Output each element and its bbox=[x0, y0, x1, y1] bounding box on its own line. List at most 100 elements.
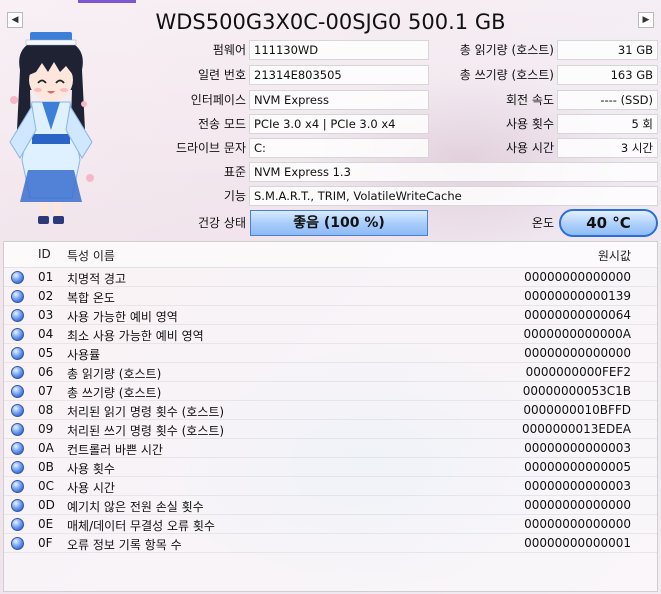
table-row[interactable]: 0A 컨트롤러 바쁜 시간 00000000000003 bbox=[4, 439, 657, 458]
table-row[interactable]: 08 처리된 읽기 명령 횟수 (호스트) 0000000010BFFD bbox=[4, 401, 657, 420]
attribute-name: 매체/데이터 무결성 오류 횟수 bbox=[67, 519, 215, 533]
status-dot-icon bbox=[11, 385, 24, 398]
status-dot-icon bbox=[11, 309, 24, 322]
host-reads-label: 총 읽기량 (호스트) bbox=[459, 43, 554, 57]
table-row[interactable]: 0C 사용 시간 00000000000003 bbox=[4, 477, 657, 496]
drive-letter-label: 드라이브 문자 bbox=[175, 141, 246, 155]
table-row[interactable]: 02 복합 온도 00000000000139 bbox=[4, 287, 657, 306]
attribute-id: 05 bbox=[38, 346, 54, 360]
features-value: S.M.A.R.T., TRIM, VolatileWriteCache bbox=[249, 186, 658, 206]
column-header-raw[interactable]: 원시값 bbox=[598, 247, 631, 264]
attribute-raw-value: 0000000000FEF2 bbox=[525, 365, 631, 379]
attribute-raw-value: 00000000000001 bbox=[524, 536, 631, 550]
top-accent-bar bbox=[78, 0, 136, 3]
table-row[interactable]: 06 총 읽기량 (호스트) 0000000000FEF2 bbox=[4, 363, 657, 382]
attribute-name: 총 쓰기량 (호스트) bbox=[67, 386, 162, 400]
attribute-raw-value: 00000000000000 bbox=[524, 498, 631, 512]
attribute-id: 07 bbox=[38, 384, 54, 398]
attribute-raw-value: 00000000000003 bbox=[524, 441, 631, 455]
attribute-name: 총 읽기량 (호스트) bbox=[67, 367, 162, 381]
power-on-count-value: 5 회 bbox=[557, 114, 658, 134]
table-row[interactable]: 0E 매체/데이터 무결성 오류 횟수 00000000000000 bbox=[4, 515, 657, 534]
drive-letter-value: C: bbox=[249, 138, 429, 158]
attribute-name: 사용률 bbox=[67, 348, 101, 362]
attribute-name: 컨트롤러 바쁜 시간 bbox=[67, 443, 163, 457]
status-dot-icon bbox=[11, 290, 24, 303]
status-dot-icon bbox=[11, 404, 24, 417]
transfer-mode-value: PCIe 3.0 x4 | PCIe 3.0 x4 bbox=[249, 114, 429, 134]
temperature-label: 온도 bbox=[531, 216, 554, 230]
attribute-id: 01 bbox=[38, 270, 54, 284]
health-status-badge[interactable]: 좋음 (100 %) bbox=[250, 210, 428, 236]
status-dot-icon bbox=[11, 347, 24, 360]
attribute-id: 08 bbox=[38, 403, 54, 417]
attribute-id: 02 bbox=[38, 289, 54, 303]
status-dot-icon bbox=[11, 442, 24, 455]
host-writes-value: 163 GB bbox=[557, 65, 658, 85]
attribute-name: 복합 온도 bbox=[67, 291, 115, 305]
table-row[interactable]: 01 치명적 경고 00000000000000 bbox=[4, 268, 657, 287]
attribute-raw-value: 00000000000003 bbox=[524, 479, 631, 493]
features-label: 기능 bbox=[223, 189, 246, 203]
transfer-mode-label: 전송 모드 bbox=[198, 117, 246, 131]
serial-label: 일련 번호 bbox=[198, 68, 246, 82]
attribute-name: 오류 정보 기록 항목 수 bbox=[67, 538, 182, 552]
table-row[interactable]: 04 최소 사용 가능한 예비 영역 0000000000000A bbox=[4, 325, 657, 344]
attribute-name: 치명적 경고 bbox=[67, 272, 127, 286]
attribute-name: 예기치 않은 전원 손실 횟수 bbox=[67, 500, 204, 514]
attribute-raw-value: 00000000000139 bbox=[524, 289, 631, 303]
status-dot-icon bbox=[11, 423, 24, 436]
temperature-badge[interactable]: 40 °C bbox=[559, 209, 658, 237]
column-header-name[interactable]: 특성 이름 bbox=[67, 247, 115, 264]
mascot-character-image bbox=[9, 32, 94, 224]
serial-value: 21314E803505 bbox=[249, 65, 429, 85]
attribute-raw-value: 00000000000000 bbox=[524, 517, 631, 531]
host-writes-label: 총 쓰기량 (호스트) bbox=[459, 68, 554, 82]
status-dot-icon bbox=[11, 366, 24, 379]
status-dot-icon bbox=[11, 328, 24, 341]
smart-attribute-table[interactable]: ID 특성 이름 원시값 01 치명적 경고 00000000000000 02 복합 … bbox=[3, 241, 658, 592]
attribute-name: 사용 가능한 예비 영역 bbox=[67, 310, 178, 324]
attribute-name: 처리된 읽기 명령 횟수 (호스트) bbox=[67, 405, 225, 419]
attribute-raw-value: 00000000000064 bbox=[524, 308, 631, 322]
table-row[interactable]: 0B 사용 횟수 00000000000005 bbox=[4, 458, 657, 477]
table-row[interactable]: 09 처리된 쓰기 명령 횟수 (호스트) 0000000013EDEA bbox=[4, 420, 657, 439]
status-dot-icon bbox=[11, 537, 24, 550]
firmware-label: 펌웨어 bbox=[212, 43, 246, 57]
rotation-speed-value: ---- (SSD) bbox=[557, 90, 658, 110]
attribute-id: 0D bbox=[38, 498, 55, 512]
attribute-id: 06 bbox=[38, 365, 54, 379]
table-row[interactable]: 05 사용률 00000000000000 bbox=[4, 344, 657, 363]
attribute-id: 09 bbox=[38, 422, 54, 436]
table-row[interactable]: 0D 예기치 않은 전원 손실 횟수 00000000000000 bbox=[4, 496, 657, 515]
table-row[interactable]: 0F 오류 정보 기록 항목 수 00000000000001 bbox=[4, 534, 657, 553]
attribute-id: 0F bbox=[38, 536, 53, 550]
attribute-raw-value: 00000000000000 bbox=[524, 346, 631, 360]
attribute-id: 04 bbox=[38, 327, 54, 341]
column-header-id[interactable]: ID bbox=[38, 247, 51, 261]
rotation-speed-label: 회전 속도 bbox=[506, 93, 554, 107]
standard-label: 표준 bbox=[223, 165, 246, 179]
firmware-value: 111130WD bbox=[249, 40, 429, 60]
attribute-raw-value: 00000000000000 bbox=[524, 270, 631, 284]
standard-value: NVM Express 1.3 bbox=[249, 162, 658, 182]
attribute-id: 0E bbox=[38, 517, 54, 531]
power-on-hours-value: 3 시간 bbox=[557, 138, 658, 158]
attribute-raw-value: 0000000000000A bbox=[523, 327, 631, 341]
attribute-name: 사용 횟수 bbox=[67, 462, 115, 476]
attribute-name: 최소 사용 가능한 예비 영역 bbox=[67, 329, 204, 343]
table-row[interactable]: 03 사용 가능한 예비 영역 00000000000064 bbox=[4, 306, 657, 325]
interface-value: NVM Express bbox=[249, 90, 429, 110]
interface-label: 인터페이스 bbox=[190, 93, 246, 107]
attribute-name: 사용 시간 bbox=[67, 481, 115, 495]
host-reads-value: 31 GB bbox=[557, 40, 658, 60]
attribute-id: 0A bbox=[38, 441, 54, 455]
attribute-id: 0C bbox=[38, 479, 55, 493]
table-body: 01 치명적 경고 00000000000000 02 복합 온도 00000000000… bbox=[4, 268, 657, 553]
power-on-hours-label: 사용 시간 bbox=[506, 141, 554, 155]
table-row[interactable]: 07 총 쓰기량 (호스트) 00000000053C1B bbox=[4, 382, 657, 401]
status-dot-icon bbox=[11, 518, 24, 531]
attribute-name: 처리된 쓰기 명령 횟수 (호스트) bbox=[67, 424, 225, 438]
next-disk-button[interactable]: ▶ bbox=[638, 12, 654, 28]
attribute-raw-value: 0000000010BFFD bbox=[523, 403, 631, 417]
